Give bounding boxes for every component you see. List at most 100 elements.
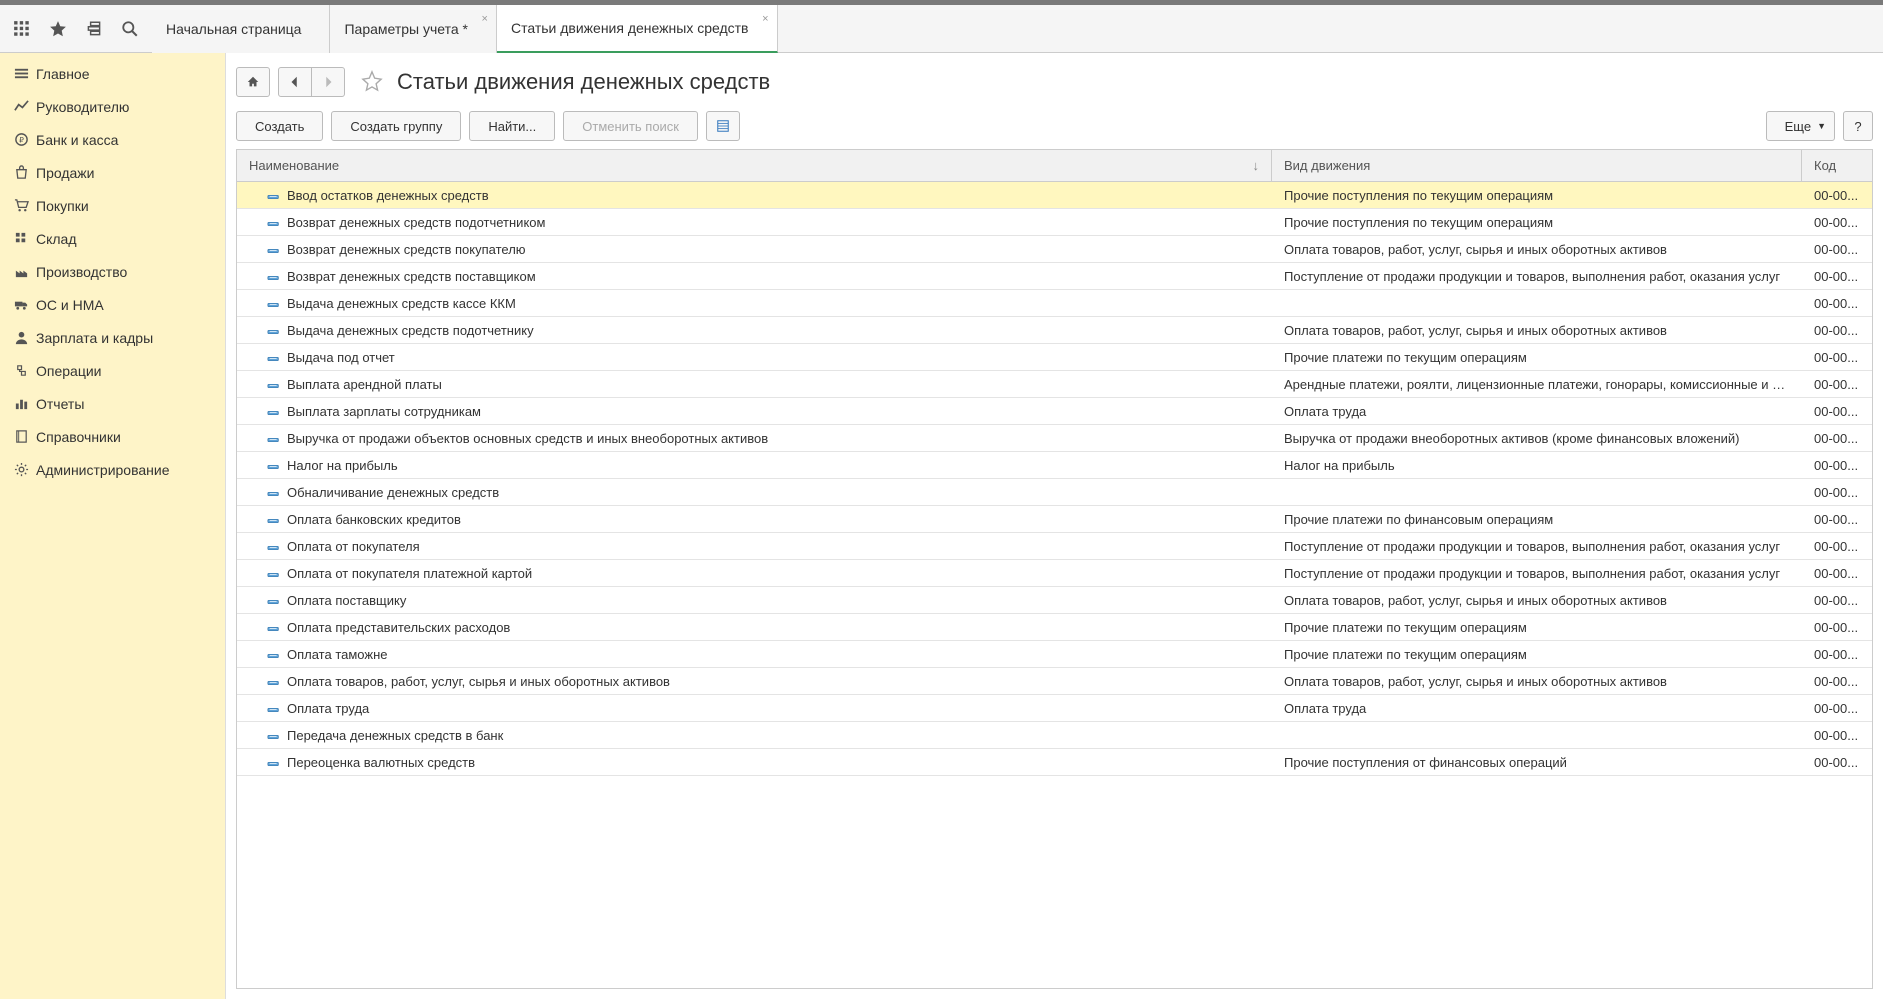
sidebar-item-purchases[interactable]: Покупки	[0, 189, 225, 222]
item-icon	[267, 487, 281, 497]
search-icon[interactable]	[112, 11, 148, 47]
sidebar-item-main[interactable]: Главное	[0, 57, 225, 90]
sidebar-item-production[interactable]: Производство	[0, 255, 225, 288]
nav-back-button[interactable]	[278, 67, 312, 97]
cell-type: Поступление от продажи продукции и товар…	[1272, 269, 1802, 284]
table-row[interactable]: Оплата поставщикуОплата товаров, работ, …	[237, 587, 1872, 614]
cell-name: Оплата банковских кредитов	[287, 512, 461, 527]
create-button[interactable]: Создать	[236, 111, 323, 141]
table-row[interactable]: Оплата банковских кредитовПрочие платежи…	[237, 506, 1872, 533]
grid-icon	[14, 231, 36, 247]
tabbar-icon-group	[0, 11, 152, 47]
toolbar: Создать Создать группу Найти... Отменить…	[226, 103, 1883, 149]
column-header-code[interactable]: Код	[1802, 150, 1872, 181]
sidebar-item-os[interactable]: ОС и НМА	[0, 288, 225, 321]
sidebar-item-label: Покупки	[36, 198, 89, 214]
tab-2[interactable]: Статьи движения денежных средств ×	[497, 5, 778, 53]
person-icon	[14, 330, 36, 346]
history-icon[interactable]	[76, 11, 112, 47]
sidebar-item-bank[interactable]: ₽Банк и касса	[0, 123, 225, 156]
sidebar-item-refs[interactable]: Справочники	[0, 420, 225, 453]
cell-code: 00-00...	[1802, 620, 1872, 635]
sidebar: Главное Руководителю₽Банк и кассаПродажи П…	[0, 53, 226, 999]
table-row[interactable]: Выплата арендной платыАрендные платежи, …	[237, 371, 1872, 398]
sidebar-item-admin[interactable]: Администрирование	[0, 453, 225, 486]
favorite-icon[interactable]	[361, 70, 385, 94]
cell-code: 00-00...	[1802, 296, 1872, 311]
nav-forward-button[interactable]	[311, 67, 345, 97]
help-button[interactable]: ?	[1843, 111, 1873, 141]
table-row[interactable]: Передача денежных средств в банк00-00...	[237, 722, 1872, 749]
cell-code: 00-00...	[1802, 647, 1872, 662]
home-button[interactable]	[236, 67, 270, 97]
cell-code: 00-00...	[1802, 431, 1872, 446]
cell-name: Возврат денежных средств поставщиком	[287, 269, 536, 284]
item-icon	[267, 271, 281, 281]
item-icon	[267, 325, 281, 335]
table-row[interactable]: Оплата от покупателя платежной картойПос…	[237, 560, 1872, 587]
item-icon	[267, 541, 281, 551]
cancel-search-button[interactable]: Отменить поиск	[563, 111, 698, 141]
find-button[interactable]: Найти...	[469, 111, 555, 141]
table-row[interactable]: Переоценка валютных средствПрочие поступ…	[237, 749, 1872, 776]
sidebar-item-label: Производство	[36, 264, 127, 280]
gear-icon	[14, 462, 36, 478]
cell-name: Обналичивание денежных средств	[287, 485, 499, 500]
table-row[interactable]: Возврат денежных средств покупателюОплат…	[237, 236, 1872, 263]
sidebar-item-label: Зарплата и кадры	[36, 330, 153, 346]
cell-code: 00-00...	[1802, 404, 1872, 419]
tab-0[interactable]: Начальная страница	[152, 5, 330, 53]
table-body: Ввод остатков денежных средствПрочие пос…	[237, 182, 1872, 776]
cell-code: 00-00...	[1802, 539, 1872, 554]
sidebar-item-label: Операции	[36, 363, 102, 379]
list-mode-button[interactable]	[706, 111, 740, 141]
cell-name: Выплата зарплаты сотрудникам	[287, 404, 481, 419]
chevron-down-icon: ▼	[1817, 121, 1826, 131]
table-row[interactable]: Выплата зарплаты сотрудникам Оплата труда…	[237, 398, 1872, 425]
sidebar-item-label: Главное	[36, 66, 90, 82]
tab-label: Статьи движения денежных средств	[511, 20, 749, 36]
sidebar-item-hr[interactable]: Зарплата и кадры	[0, 321, 225, 354]
table-row[interactable]: Выдача денежных средств подотчетникуОпла…	[237, 317, 1872, 344]
cell-name: Возврат денежных средств подотчетником	[287, 215, 545, 230]
sidebar-item-reports[interactable]: Отчеты	[0, 387, 225, 420]
table-row[interactable]: Ввод остатков денежных средствПрочие пос…	[237, 182, 1872, 209]
sidebar-item-sales[interactable]: Продажи	[0, 156, 225, 189]
table-row[interactable]: Оплата таможнеПрочие платежи по текущим …	[237, 641, 1872, 668]
table-row[interactable]: Налог на прибыльНалог на прибыль00-00...	[237, 452, 1872, 479]
cell-code: 00-00...	[1802, 755, 1872, 770]
close-icon[interactable]: ×	[762, 13, 768, 25]
sidebar-item-manager[interactable]: Руководителю	[0, 90, 225, 123]
sidebar-item-warehouse[interactable]: Склад	[0, 222, 225, 255]
table-row[interactable]: Обналичивание денежных средств00-00...	[237, 479, 1872, 506]
bars-icon	[14, 396, 36, 412]
item-icon	[267, 433, 281, 443]
item-icon	[267, 730, 281, 740]
table-row[interactable]: Выручка от продажи объектов основных сре…	[237, 425, 1872, 452]
table-row[interactable]: Выдача денежных средств кассе ККМ 00-00..…	[237, 290, 1872, 317]
cell-code: 00-00...	[1802, 674, 1872, 689]
table-row[interactable]: Возврат денежных средств подотчетником Пр…	[237, 209, 1872, 236]
sidebar-item-operations[interactable]: Операции	[0, 354, 225, 387]
tab-label: Начальная страница	[166, 21, 301, 37]
cell-type: Оплата труда	[1272, 404, 1802, 419]
cell-code: 00-00...	[1802, 350, 1872, 365]
table-row[interactable]: Оплата трудаОплата труда00-00...	[237, 695, 1872, 722]
more-button[interactable]: Еще▼	[1766, 111, 1835, 141]
tab-1[interactable]: Параметры учета *×	[330, 5, 497, 53]
column-header-name[interactable]: Наименование↓	[237, 150, 1272, 181]
cell-type: Прочие поступления по текущим операциям	[1272, 215, 1802, 230]
column-header-type[interactable]: Вид движения	[1272, 150, 1802, 181]
cell-name: Выдача денежных средств кассе ККМ	[287, 296, 516, 311]
table-row[interactable]: Выдача под отчетПрочие платежи по текущи…	[237, 344, 1872, 371]
table-row[interactable]: Оплата представительских расходовПрочие …	[237, 614, 1872, 641]
table-row[interactable]: Возврат денежных средств поставщиком Пост…	[237, 263, 1872, 290]
item-icon	[267, 703, 281, 713]
table-row[interactable]: Оплата от покупателяПоступление от прода…	[237, 533, 1872, 560]
table-row[interactable]: Оплата товаров, работ, услуг, сырья и ин…	[237, 668, 1872, 695]
star-icon[interactable]	[40, 11, 76, 47]
apps-icon[interactable]	[4, 11, 40, 47]
cell-code: 00-00...	[1802, 323, 1872, 338]
create-group-button[interactable]: Создать группу	[331, 111, 461, 141]
close-icon[interactable]: ×	[482, 13, 488, 25]
